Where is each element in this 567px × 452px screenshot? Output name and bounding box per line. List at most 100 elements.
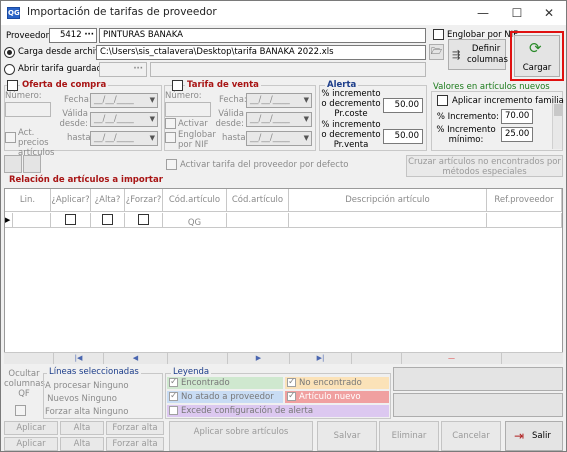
oferta-numero-field[interactable] (5, 102, 51, 117)
legend-articulo-nuevo[interactable]: Artículo nuevo (285, 390, 389, 403)
minus-icon[interactable]: — (402, 353, 502, 364)
cell-lin[interactable] (13, 213, 51, 228)
incremento-field[interactable]: 70.00 (501, 109, 533, 124)
eliminar-button[interactable]: Eliminar (379, 421, 439, 451)
aplicar-button-1[interactable]: Aplicar (4, 421, 58, 435)
legend-excede[interactable]: Excede configuración de alerta (167, 405, 389, 417)
cruzar-articulos-button[interactable]: Cruzar artículos no encontrados por méto… (406, 155, 563, 177)
tarifa-valida-dropdown[interactable]: __/__/____ ▼ (246, 112, 312, 127)
maximize-button[interactable]: ☐ (500, 1, 534, 25)
col-header-cod-articulo[interactable]: Cód.artículo (227, 189, 289, 212)
small-tool-button-1[interactable] (4, 155, 22, 173)
file-path-field[interactable]: C:\Users\sis_ctalavera\Desktop\tarifa BA… (96, 45, 426, 60)
scroll-thumb[interactable] (554, 104, 562, 116)
oferta-fecha-label: Fecha: (64, 95, 92, 105)
close-button[interactable]: ✕ (532, 1, 566, 25)
table-row[interactable]: ▶ (5, 213, 562, 228)
saved-rate-name-field[interactable] (150, 62, 426, 77)
tarifa-hasta-dropdown[interactable]: __/__/____ ▼ (246, 131, 312, 146)
chevron-down-icon: ▼ (149, 134, 155, 142)
legend-checkbox[interactable] (169, 376, 178, 388)
cargar-button[interactable]: ⟳ Cargar (514, 35, 560, 77)
aplicar-sobre-articulos-button[interactable]: Aplicar sobre artículos (169, 421, 313, 451)
row-indicator-icon: ▶ (5, 213, 13, 228)
legend-no-atado[interactable]: No atado a proveedor (167, 390, 283, 403)
chevron-down-icon: ▼ (149, 115, 155, 123)
oferta-hasta-dropdown[interactable]: __/__/____ ▼ (90, 131, 158, 146)
small-tool-button-2[interactable] (23, 155, 41, 173)
cell-cod-articulo[interactable] (227, 213, 289, 228)
articles-grid[interactable]: Lin. ¿Aplicar? ¿Alta? ¿Forzar? Cód.artíc… (4, 188, 563, 363)
oferta-fecha-dropdown[interactable]: __/__/____ ▼ (90, 93, 158, 108)
legend-encontrado[interactable]: Encontrado (167, 376, 283, 389)
incremento-minimo-label: % Incremento mínimo: (436, 125, 496, 145)
aplicar-incremento-checkbox[interactable] (437, 95, 448, 106)
legend-checkbox[interactable] (169, 406, 178, 415)
forzar-alta-button-2[interactable]: Forzar alta (106, 437, 164, 451)
load-file-label: Carga desde archivo (18, 47, 106, 57)
alta-button-2[interactable]: Alta (60, 437, 104, 451)
first-icon[interactable]: |◀ (54, 353, 104, 364)
col-header-descripcion[interactable]: Descripción artículo (289, 189, 487, 212)
next-icon[interactable]: ▶ (228, 353, 290, 364)
legend-checkbox[interactable] (169, 390, 178, 402)
cell-alta[interactable] (91, 213, 125, 228)
cell-forzar[interactable] (125, 213, 163, 228)
cell-aplicar[interactable] (51, 213, 91, 228)
act-precios-checkbox[interactable] (5, 132, 16, 143)
salir-button[interactable]: ⇥ Salir (505, 421, 563, 451)
tarifa-checkbox[interactable] (172, 80, 183, 91)
col-header-ref-proveedor[interactable]: Ref.proveedor (487, 189, 562, 212)
tarifa-numero-label: Número: (165, 91, 202, 101)
provider-name-field[interactable]: PINTURAS BANAKA (99, 28, 426, 43)
englobar-nif-checkbox[interactable] (433, 29, 444, 40)
oferta-valida-dropdown[interactable]: __/__/____ ▼ (90, 112, 158, 127)
row-aplicar-checkbox[interactable] (65, 214, 76, 225)
cell-descripcion[interactable] (289, 213, 487, 228)
tarifa-englobar-label: Englobar por NIF (178, 130, 216, 150)
define-columns-button[interactable]: ⇶ Definir columnas (448, 39, 508, 70)
legend-checkbox[interactable] (287, 390, 296, 402)
footer-seg (168, 353, 228, 364)
alerta-venta-field[interactable]: 50.00 (383, 129, 423, 144)
alta-button-1[interactable]: Alta (60, 421, 104, 435)
salvar-button[interactable]: Salvar (317, 421, 377, 451)
tarifa-numero-field[interactable] (165, 102, 211, 117)
saved-rate-label: Abrir tarifa guardada (18, 64, 108, 74)
cancelar-button[interactable]: Cancelar (441, 421, 501, 451)
aplicar-button-2[interactable]: Aplicar (4, 437, 58, 451)
row-forzar-checkbox[interactable] (138, 214, 149, 225)
provider-code-field[interactable]: 5412 ··· (49, 28, 97, 43)
col-header-cod-qg[interactable]: Cód.artículo QG (163, 189, 227, 228)
load-file-radio[interactable] (4, 47, 15, 58)
activar-tarifa-checkbox[interactable] (166, 159, 177, 170)
saved-rate-code-field[interactable]: ··· (99, 62, 147, 77)
valores-scrollbar[interactable] (552, 103, 562, 149)
last-icon[interactable]: ▶| (290, 353, 352, 364)
legend-checkbox[interactable] (287, 376, 296, 388)
cell-cod-qg[interactable] (163, 213, 227, 228)
incremento-minimo-field[interactable]: 25.00 (501, 127, 533, 142)
oferta-title: Oferta de compra (20, 80, 109, 91)
ocultar-columnas-label: Ocultar columnas QF (4, 369, 45, 399)
tarifa-englobar-checkbox[interactable] (165, 132, 176, 143)
forzar-alta-button-1[interactable]: Forzar alta (106, 421, 164, 435)
prev-icon[interactable]: ◀ (104, 353, 168, 364)
tarifa-activar-checkbox[interactable] (165, 118, 176, 129)
alerta-coste-field[interactable]: 50.00 (383, 98, 423, 113)
col-header-alta[interactable]: ¿Alta? (91, 189, 125, 212)
grid-footer-bar: |◀ ◀ ▶ ▶| — (4, 352, 563, 364)
saved-rate-radio[interactable] (4, 64, 15, 75)
legend-no-encontrado[interactable]: No encontrado (285, 376, 389, 389)
ocultar-columnas-checkbox[interactable] (15, 405, 26, 416)
col-header-forzar[interactable]: ¿Forzar? (125, 189, 163, 212)
col-header-aplicar[interactable]: ¿Aplicar? (51, 189, 91, 212)
tarifa-fecha-dropdown[interactable]: __/__/____ ▼ (246, 93, 312, 108)
col-header-lin[interactable]: Lin. (5, 189, 51, 212)
row-alta-checkbox[interactable] (102, 214, 113, 225)
folder-icon[interactable]: 🗁 (429, 44, 444, 60)
cell-ref-proveedor[interactable] (487, 213, 562, 228)
minimize-button[interactable]: — (466, 1, 500, 25)
oferta-numero-label: Número: (5, 91, 42, 101)
oferta-checkbox[interactable] (7, 80, 18, 91)
